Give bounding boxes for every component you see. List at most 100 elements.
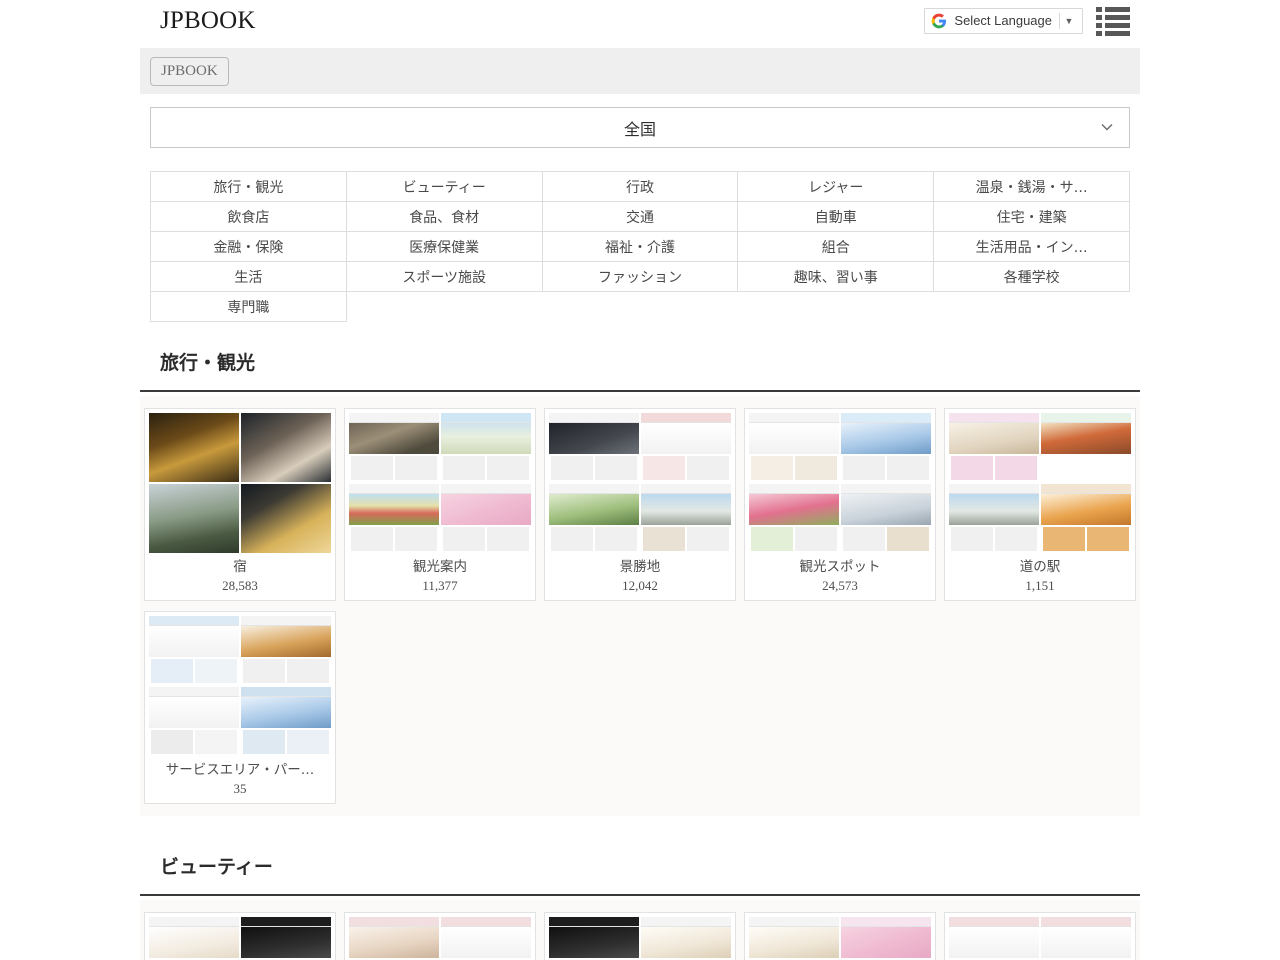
thumbnail-shot bbox=[949, 917, 1039, 960]
card-item[interactable]: 景勝地 12,042 bbox=[544, 408, 736, 601]
card-item[interactable] bbox=[944, 912, 1136, 960]
table-row: 旅行・観光 ビューティー 行政 レジャー 温泉・銭湯・サ… bbox=[151, 172, 1130, 202]
site-header: JPBOOK Select Language ▼ bbox=[0, 0, 1280, 48]
breadcrumb-item-jpbook[interactable]: JPBOOK bbox=[150, 57, 229, 86]
category-cell-restaurant[interactable]: 飲食店 bbox=[151, 202, 347, 232]
card-row: サービスエリア・パー… 35 bbox=[140, 611, 1140, 804]
category-cell-automobile[interactable]: 自動車 bbox=[738, 202, 934, 232]
list-icon-row bbox=[1096, 7, 1130, 12]
category-cell-welfare[interactable]: 福祉・介護 bbox=[542, 232, 738, 262]
section-divider bbox=[140, 894, 1140, 896]
card-item[interactable]: 宿 28,583 bbox=[144, 408, 336, 601]
category-cell-transport[interactable]: 交通 bbox=[542, 202, 738, 232]
thumbnail-shot bbox=[749, 917, 839, 960]
thumbnail-shot bbox=[241, 413, 331, 482]
card-thumbnail bbox=[149, 917, 331, 960]
card-strip-beauty bbox=[140, 900, 1140, 960]
section-header-beauty: ビューティー bbox=[140, 854, 1140, 896]
section-header-travel: 旅行・観光 bbox=[140, 350, 1140, 392]
google-translate-widget[interactable]: Select Language ▼ bbox=[924, 8, 1083, 34]
card-count: 24,573 bbox=[749, 577, 931, 594]
card-row: 宿 28,583 bbox=[140, 408, 1140, 601]
category-cell-onsen[interactable]: 温泉・銭湯・サ… bbox=[934, 172, 1130, 202]
card-item[interactable]: 観光案内 11,377 bbox=[344, 408, 536, 601]
category-cell-schools[interactable]: 各種学校 bbox=[934, 262, 1130, 292]
card-item[interactable] bbox=[544, 912, 736, 960]
card-label: 観光案内 bbox=[349, 559, 531, 576]
thumbnail-shot bbox=[749, 484, 839, 553]
category-table: 旅行・観光 ビューティー 行政 レジャー 温泉・銭湯・サ… 飲食店 食品、食材 … bbox=[150, 171, 1130, 322]
category-cell-empty bbox=[542, 292, 738, 322]
category-cell-union[interactable]: 組合 bbox=[738, 232, 934, 262]
category-cell-fashion[interactable]: ファッション bbox=[542, 262, 738, 292]
category-cell-finance[interactable]: 金融・保険 bbox=[151, 232, 347, 262]
category-cell-gov[interactable]: 行政 bbox=[542, 172, 738, 202]
thumbnail-shot bbox=[441, 917, 531, 960]
thumbnail-shot bbox=[349, 484, 439, 553]
card-thumbnail bbox=[749, 413, 931, 553]
category-cell-travel[interactable]: 旅行・観光 bbox=[151, 172, 347, 202]
category-cell-food[interactable]: 食品、食材 bbox=[346, 202, 542, 232]
thumbnail-shot bbox=[149, 687, 239, 756]
card-thumbnail bbox=[949, 413, 1131, 553]
table-row: 飲食店 食品、食材 交通 自動車 住宅・建築 bbox=[151, 202, 1130, 232]
thumbnail-shot bbox=[549, 484, 639, 553]
category-cell-beauty[interactable]: ビューティー bbox=[346, 172, 542, 202]
card-label: サービスエリア・パー… bbox=[149, 762, 331, 779]
category-table-body: 旅行・観光 ビューティー 行政 レジャー 温泉・銭湯・サ… 飲食店 食品、食材 … bbox=[151, 172, 1130, 322]
category-cell-life[interactable]: 生活 bbox=[151, 262, 347, 292]
thumbnail-shot bbox=[841, 917, 931, 960]
chevron-down-icon[interactable] bbox=[1099, 119, 1115, 135]
card-item[interactable] bbox=[744, 912, 936, 960]
card-item[interactable]: 観光スポット 24,573 bbox=[744, 408, 936, 601]
card-label: 宿 bbox=[149, 559, 331, 576]
region-select[interactable]: 全国 bbox=[150, 107, 1130, 148]
category-cell-empty bbox=[346, 292, 542, 322]
thumbnail-shot bbox=[1041, 484, 1131, 553]
thumbnail-shot bbox=[841, 484, 931, 553]
thumbnail-shot bbox=[641, 413, 731, 482]
card-item[interactable] bbox=[344, 912, 536, 960]
list-icon-row bbox=[1096, 31, 1130, 36]
category-cell-empty bbox=[738, 292, 934, 322]
card-thumbnail bbox=[549, 413, 731, 553]
section-divider bbox=[140, 390, 1140, 392]
category-cell-hobby[interactable]: 趣味、習い事 bbox=[738, 262, 934, 292]
thumbnail-shot bbox=[149, 413, 239, 482]
card-thumbnail bbox=[349, 413, 531, 553]
card-thumbnail bbox=[149, 413, 331, 553]
site-logo[interactable]: JPBOOK bbox=[160, 6, 256, 36]
category-cell-housing[interactable]: 住宅・建築 bbox=[934, 202, 1130, 232]
thumbnail-shot bbox=[1041, 413, 1131, 482]
category-cell-empty bbox=[934, 292, 1130, 322]
thumbnail-shot bbox=[549, 413, 639, 482]
table-row: 専門職 bbox=[151, 292, 1130, 322]
thumbnail-shot bbox=[441, 484, 531, 553]
card-label: 観光スポット bbox=[749, 559, 931, 576]
card-strip-travel: 宿 28,583 bbox=[140, 396, 1140, 816]
thumbnail-shot bbox=[241, 687, 331, 756]
thumbnail-shot bbox=[149, 917, 239, 960]
breadcrumb: JPBOOK bbox=[140, 48, 1140, 94]
category-cell-professional[interactable]: 専門職 bbox=[151, 292, 347, 322]
card-count: 12,042 bbox=[549, 577, 731, 594]
thumbnail-shot bbox=[349, 917, 439, 960]
chevron-down-icon[interactable]: ▼ bbox=[1060, 13, 1078, 29]
category-cell-leisure[interactable]: レジャー bbox=[738, 172, 934, 202]
thumbnail-shot bbox=[949, 484, 1039, 553]
thumbnail-shot bbox=[841, 413, 931, 482]
category-cell-household[interactable]: 生活用品・イン… bbox=[934, 232, 1130, 262]
card-thumbnail bbox=[149, 616, 331, 756]
category-cell-medical[interactable]: 医療保健業 bbox=[346, 232, 542, 262]
card-item[interactable] bbox=[144, 912, 336, 960]
thumbnail-shot bbox=[949, 413, 1039, 482]
list-menu-icon[interactable] bbox=[1096, 6, 1130, 36]
card-item[interactable]: 道の駅 1,151 bbox=[944, 408, 1136, 601]
category-cell-sports[interactable]: スポーツ施設 bbox=[346, 262, 542, 292]
thumbnail-shot bbox=[641, 917, 731, 960]
card-count: 28,583 bbox=[149, 577, 331, 594]
thumbnail-shot bbox=[641, 484, 731, 553]
thumbnail-shot bbox=[241, 917, 331, 960]
card-item[interactable]: サービスエリア・パー… 35 bbox=[144, 611, 336, 804]
section-title: 旅行・観光 bbox=[140, 350, 1140, 376]
